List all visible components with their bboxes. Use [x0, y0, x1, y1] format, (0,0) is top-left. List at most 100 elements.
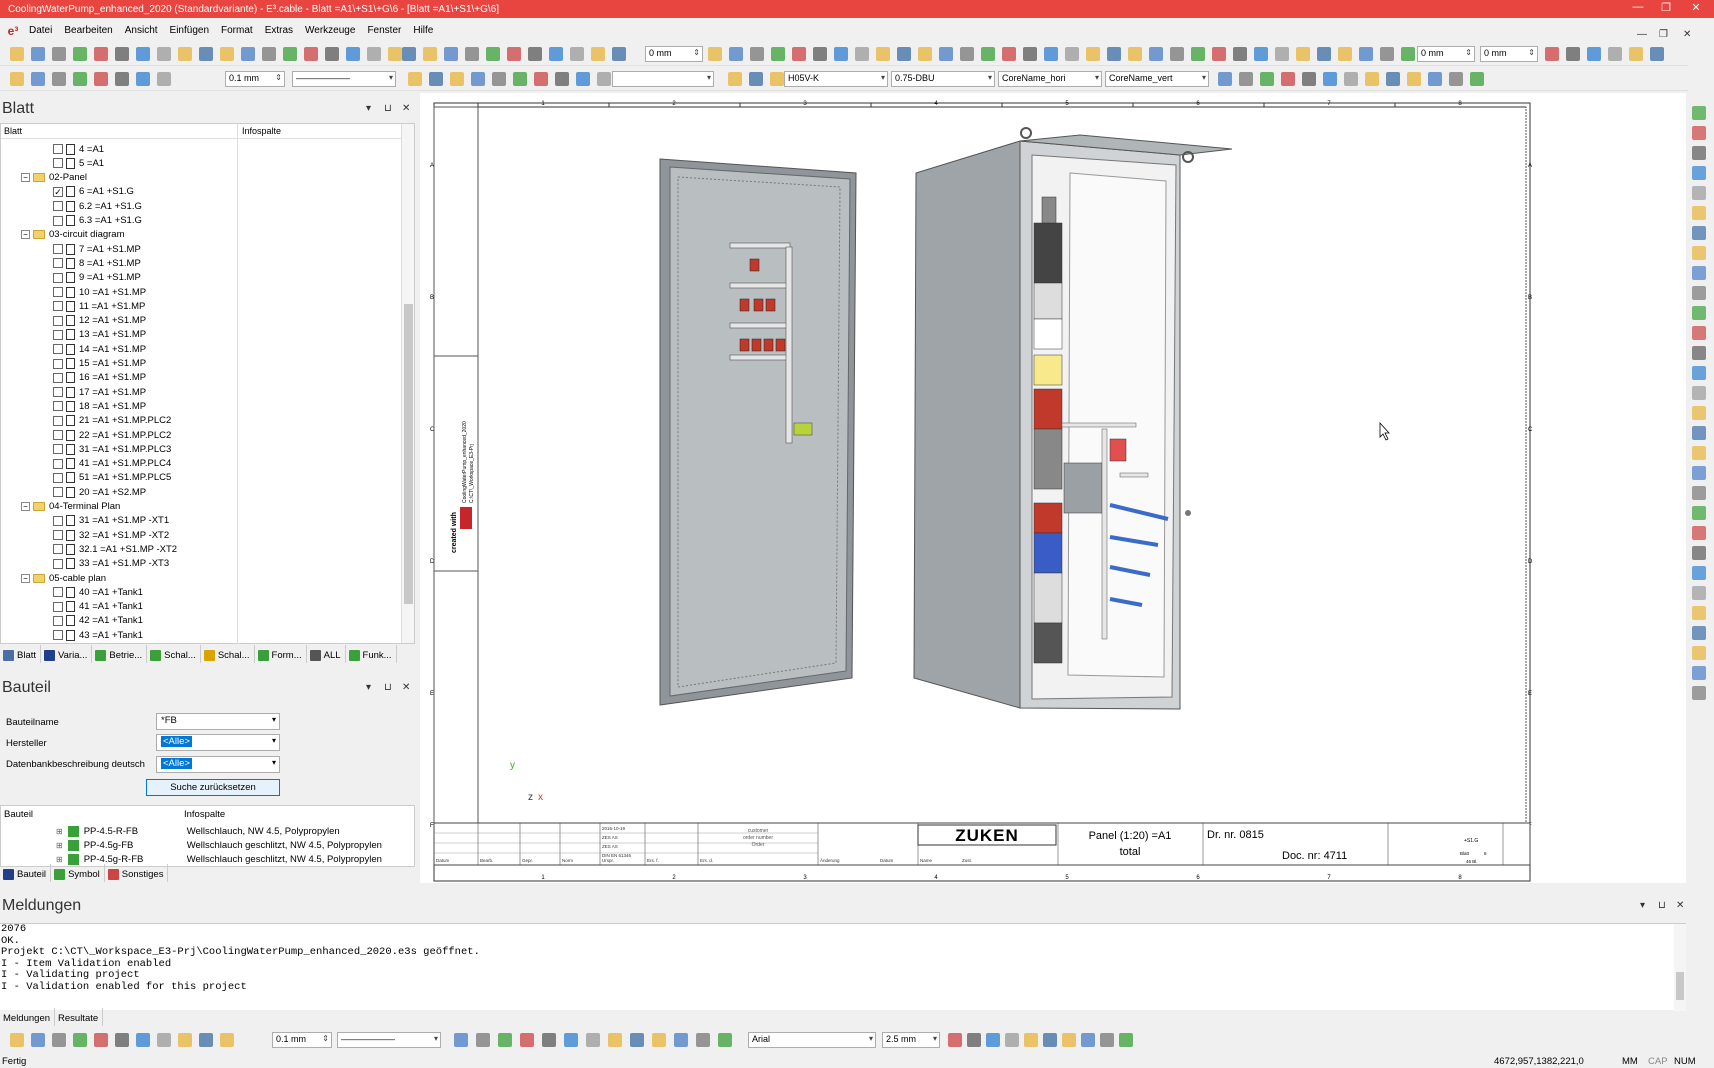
toolbar-tool-icon[interactable]	[31, 47, 45, 61]
tree-item[interactable]: 14 =A1 +S1.MP	[53, 342, 146, 356]
tree-item[interactable]: 33 =A1 +S1.MP -XT3	[53, 557, 169, 571]
offset-y-input[interactable]: 0 mm ⇕	[1417, 46, 1475, 62]
part-col-name[interactable]: Bauteil	[4, 809, 33, 820]
tree-checkbox[interactable]	[53, 601, 63, 612]
toolbar-tool-icon[interactable]	[770, 72, 784, 86]
toolbar-tool-icon[interactable]	[1128, 47, 1142, 61]
toolbar-tool-icon[interactable]	[444, 47, 458, 61]
side-tool-icon[interactable]	[1692, 346, 1706, 360]
toolbar-tool-icon[interactable]	[674, 1033, 688, 1047]
panel-tab[interactable]: Bauteil	[0, 864, 52, 882]
toolbar-tool-icon[interactable]	[608, 1033, 622, 1047]
toolbar-tool-icon[interactable]	[10, 1033, 24, 1047]
toolbar-tool-icon[interactable]	[729, 47, 743, 61]
font-size-select[interactable]: 2.5 mm ▾	[882, 1032, 940, 1048]
tree-item[interactable]: 32 =A1 +S1.MP -XT2	[53, 528, 169, 542]
tree-item[interactable]: 12 =A1 +S1.MP	[53, 314, 146, 328]
tree-item[interactable]: 43 =A1 +Tank1	[53, 628, 143, 642]
toolbar-tool-icon[interactable]	[1260, 72, 1274, 86]
menu-format[interactable]: Format	[218, 25, 262, 36]
toolbar-tool-icon[interactable]	[507, 47, 521, 61]
tree-checkbox[interactable]	[53, 329, 63, 340]
wire-type-select[interactable]: 0.75-DBU ▾	[891, 71, 995, 87]
toolbar-tool-icon[interactable]	[1296, 47, 1310, 61]
core-name-horizontal-select[interactable]: CoreName_hori ▾	[998, 71, 1102, 87]
tree-checkbox[interactable]	[53, 372, 63, 383]
tree-checkbox[interactable]	[53, 615, 63, 626]
toolbar-tool-icon[interactable]	[1218, 72, 1232, 86]
side-tool-icon[interactable]	[1692, 566, 1706, 580]
tree-item[interactable]: 22 =A1 +S1.MP.PLC2	[53, 428, 171, 442]
tree-checkbox[interactable]	[53, 544, 63, 555]
toolbar-tool-icon[interactable]	[1062, 1033, 1076, 1047]
toolbar-tool-icon[interactable]	[220, 47, 234, 61]
side-tool-icon[interactable]	[1692, 626, 1706, 640]
toolbar-tool-icon[interactable]	[178, 1033, 192, 1047]
toolbar-tool-icon[interactable]	[1317, 47, 1331, 61]
panel-tab[interactable]: Betrie...	[92, 645, 148, 663]
tree-folder[interactable]: − 04-Terminal Plan	[21, 500, 120, 514]
offset-x-input[interactable]: 0 mm ⇕	[645, 46, 703, 62]
collapse-toggle-icon[interactable]: −	[21, 173, 30, 183]
toolbar-tool-icon[interactable]	[1023, 47, 1037, 61]
toolbar-tool-icon[interactable]	[549, 47, 563, 61]
bauteil-panel-menu-icon[interactable]: ▾	[366, 682, 371, 693]
tree-checkbox[interactable]	[53, 530, 63, 541]
toolbar-tool-icon[interactable]	[241, 47, 255, 61]
tree-checkbox[interactable]	[53, 358, 63, 369]
toolbar-tool-icon[interactable]	[136, 47, 150, 61]
toolbar-tool-icon[interactable]	[157, 1033, 171, 1047]
toolbar-tool-icon[interactable]	[967, 1033, 981, 1047]
toolbar-tool-icon[interactable]	[402, 47, 416, 61]
menu-extras[interactable]: Extras	[262, 25, 302, 36]
toolbar-tool-icon[interactable]	[52, 72, 66, 86]
toolbar-tool-icon[interactable]	[591, 47, 605, 61]
tree-item[interactable]: 9 =A1 +S1.MP	[53, 271, 141, 285]
toolbar-tool-icon[interactable]	[492, 72, 506, 86]
toolbar-tool-icon[interactable]	[876, 47, 890, 61]
tree-item[interactable]: 15 =A1 +S1.MP	[53, 357, 146, 371]
tree-checkbox[interactable]	[53, 287, 63, 297]
tree-item[interactable]: 21 =A1 +S1.MP.PLC2	[53, 414, 171, 428]
tree-item[interactable]: 6.2 =A1 +S1.G	[53, 199, 142, 213]
side-tool-icon[interactable]	[1692, 366, 1706, 380]
side-tool-icon[interactable]	[1692, 226, 1706, 240]
menu-datei[interactable]: Datei	[26, 25, 61, 36]
tree-checkbox[interactable]	[53, 387, 63, 398]
expand-toggle-icon[interactable]: ⊞	[56, 841, 63, 850]
toolbar-tool-icon[interactable]	[157, 72, 171, 86]
toolbar-tool-icon[interactable]	[834, 47, 848, 61]
toolbar-tool-icon[interactable]	[586, 1033, 600, 1047]
messages-close-icon[interactable]: ✕	[1676, 900, 1684, 911]
toolbar-tool-icon[interactable]	[408, 72, 422, 86]
toolbar-tool-icon[interactable]	[1100, 1033, 1114, 1047]
menu-einfuegen[interactable]: Einfügen	[167, 25, 218, 36]
tree-checkbox[interactable]	[53, 458, 63, 469]
panel-tab[interactable]: ALL	[307, 645, 346, 663]
toolbar-tool-icon[interactable]	[1545, 47, 1559, 61]
toolbar-tool-icon[interactable]	[31, 72, 45, 86]
line-style-select[interactable]: —————— ▾	[292, 71, 396, 87]
part-row[interactable]: ⊞ PP-4.5-R-FB Wellschlauch, NW 4.5, Polypr…	[56, 824, 401, 838]
toolbar-tool-icon[interactable]	[513, 72, 527, 86]
toolbar-tool-icon[interactable]	[612, 47, 626, 61]
side-tool-icon[interactable]	[1692, 186, 1706, 200]
tree-checkbox[interactable]	[53, 472, 63, 483]
side-tool-icon[interactable]	[1692, 486, 1706, 500]
toolbar-tool-icon[interactable]	[1233, 47, 1247, 61]
drawing-svg[interactable]: 1122334455667788AABBCCDDEEFFcreated with…	[420, 93, 1686, 883]
side-tool-icon[interactable]	[1692, 306, 1706, 320]
toolbar-tool-icon[interactable]	[1401, 47, 1415, 61]
toolbar-tool-icon[interactable]	[1386, 72, 1400, 86]
toolbar-tool-icon[interactable]	[115, 72, 129, 86]
toolbar-tool-icon[interactable]	[1407, 72, 1421, 86]
toolbar-tool-icon[interactable]	[454, 1033, 468, 1047]
menu-hilfe[interactable]: Hilfe	[410, 25, 442, 36]
toolbar-tool-icon[interactable]	[1428, 72, 1442, 86]
collapse-toggle-icon[interactable]: −	[21, 502, 30, 511]
drawing-canvas[interactable]: 1122334455667788AABBCCDDEEFFcreated with…	[420, 93, 1686, 883]
toolbar-tool-icon[interactable]	[429, 72, 443, 86]
tree-item[interactable]: 31 =A1 +S1.MP.PLC3	[53, 442, 171, 456]
core-name-vertical-select[interactable]: CoreName_vert ▾	[1105, 71, 1209, 87]
tree-col-info[interactable]: Infospalte	[242, 126, 281, 136]
